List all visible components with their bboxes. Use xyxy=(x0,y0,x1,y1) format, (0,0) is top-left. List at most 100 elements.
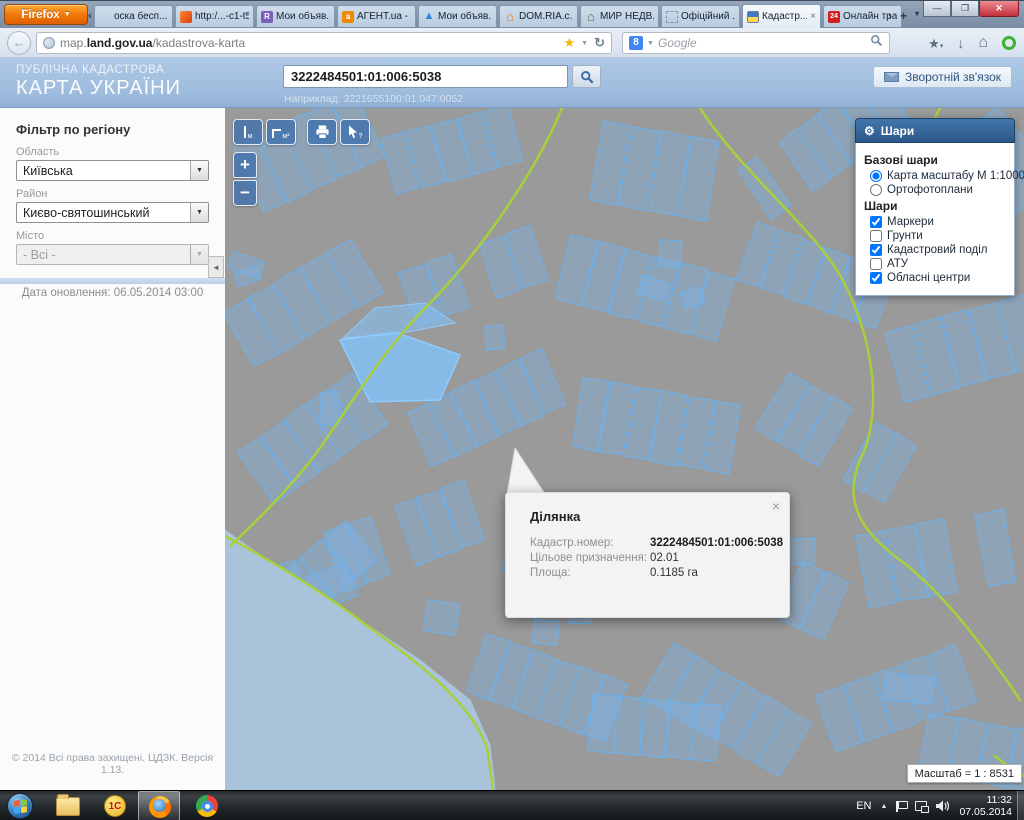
show-desktop-button[interactable] xyxy=(1017,791,1024,820)
browser-tab[interactable]: ⌂МИР НЕДВ... xyxy=(580,5,659,27)
layer-option[interactable]: Маркери xyxy=(870,216,1006,228)
feedback-label: Зворотній зв'язок xyxy=(905,70,1001,84)
zoom-in-button[interactable]: + xyxy=(233,152,257,178)
engine-dropdown-icon[interactable]: ▼ xyxy=(647,40,654,47)
layer-label[interactable]: Маркери xyxy=(887,216,934,228)
logo-line2: КАРТА УКРАЇНИ xyxy=(16,77,181,100)
checkbox-soils[interactable] xyxy=(870,230,882,242)
browser-tab[interactable]: RМои объяв... xyxy=(256,5,335,27)
rayon-select[interactable]: Києво-святошинський ▼ xyxy=(16,202,209,223)
desktop-screen: Firefox ▼ ‹ оска бесп... http:/...-c1-t5… xyxy=(0,0,1024,820)
browser-tab[interactable]: Офіційний ... xyxy=(661,5,740,27)
sidebar-collapse-button[interactable]: ◄ xyxy=(208,256,224,278)
identify-button[interactable]: ? xyxy=(340,119,370,145)
reload-icon[interactable]: ↻ xyxy=(594,35,605,51)
url-dropdown-icon[interactable]: ▼ xyxy=(581,40,588,47)
web-search-box[interactable]: 8 ▼ Google xyxy=(622,32,890,54)
network-icon[interactable] xyxy=(915,801,927,811)
checkbox-cadastral-division[interactable] xyxy=(870,244,882,256)
favicon-icon: R xyxy=(261,11,273,23)
chevron-down-icon[interactable]: ▼ xyxy=(190,161,208,180)
cadastral-search-button[interactable] xyxy=(572,65,601,88)
tab-scroll-right[interactable]: › xyxy=(888,9,892,23)
layer-option[interactable]: Грунти xyxy=(870,230,1006,242)
firefox-menu-button[interactable]: Firefox ▼ xyxy=(4,4,88,25)
base-layers-heading: Базові шари xyxy=(864,153,1006,167)
addon-icon[interactable] xyxy=(1002,36,1016,50)
bookmark-star-icon[interactable]: ★ xyxy=(564,35,576,51)
bookmarks-menu-icon[interactable]: ★▾ xyxy=(928,37,943,50)
tab-scroll-left[interactable]: ‹ xyxy=(86,9,94,23)
tray-expand-icon[interactable]: ▲ xyxy=(881,803,888,810)
browser-tab-active-kadastr[interactable]: Кадастр...× xyxy=(742,4,821,28)
window-close-button[interactable]: ✕ xyxy=(979,1,1019,17)
window-minimize-button[interactable]: — xyxy=(923,1,951,17)
globe-icon xyxy=(43,37,55,49)
browser-tab[interactable]: ⌂DOM.RIA.c... xyxy=(499,5,578,27)
checkbox-oblast-centers[interactable] xyxy=(870,272,882,284)
chevron-down-icon[interactable]: ▼ xyxy=(190,203,208,222)
browser-tab[interactable]: http:/...-c1-t5 xyxy=(175,5,254,27)
radio-map-scale[interactable] xyxy=(870,170,882,182)
downloads-icon[interactable]: ↓ xyxy=(957,36,964,50)
browser-navbar: ← map.land.gov.ua/kadastrova-karta ★ ▼ ↻… xyxy=(0,28,1024,58)
back-button[interactable]: ← xyxy=(7,31,31,55)
system-tray: EN ▲ 11:32 07.05.2014 xyxy=(856,791,1024,820)
google-engine-icon[interactable]: 8 xyxy=(629,36,643,50)
browser-tab[interactable]: оска бесп... xyxy=(94,5,173,27)
tab-list-caret-icon[interactable]: ▾ xyxy=(915,9,919,23)
base-layer-option[interactable]: Карта масштабу М 1:100000 xyxy=(870,170,1006,182)
url-bar[interactable]: map.land.gov.ua/kadastrova-karta ★ ▼ ↻ xyxy=(36,32,612,54)
checkbox-atu[interactable] xyxy=(870,258,882,270)
layer-option[interactable]: Обласні центри xyxy=(870,272,1006,284)
search-example-hint: Наприклад: 3221655100:01:047:0052 xyxy=(284,93,463,105)
radio-orthophoto[interactable] xyxy=(870,184,882,196)
layer-label[interactable]: АТУ xyxy=(887,258,908,270)
layer-option[interactable]: Кадастровий поділ xyxy=(870,244,1006,256)
home-icon[interactable]: ⌂ xyxy=(978,35,988,51)
browser-tabbar: Firefox ▼ ‹ оска бесп... http:/...-c1-t5… xyxy=(0,0,1024,28)
tab-close-icon[interactable]: × xyxy=(810,12,816,22)
chrome-taskbar-icon[interactable] xyxy=(196,795,218,817)
close-icon[interactable]: × xyxy=(772,499,780,513)
browser-tab[interactable]: aАГЕНТ.ua - ... xyxy=(337,5,416,27)
browser-tab[interactable]: ▲Мои объяв... xyxy=(418,5,497,27)
onec-taskbar-icon[interactable]: 1С xyxy=(104,795,126,817)
row-label: Площа: xyxy=(530,567,650,579)
unit-label: м xyxy=(248,133,253,140)
measure-area-button[interactable]: м² xyxy=(266,119,296,145)
window-maximize-button[interactable]: ❐ xyxy=(951,1,979,17)
popup-rows: Кадастр.номер: 3222484501:01:006:5038 Ці… xyxy=(530,537,783,579)
window-controls: — ❐ ✕ xyxy=(923,1,1019,17)
cadastral-map[interactable]: м м² ? + − ⚙ Шари Базові шари xyxy=(225,108,1024,790)
oblast-select[interactable]: Київська ▼ xyxy=(16,160,209,181)
checkbox-markers[interactable] xyxy=(870,216,882,228)
firefox-taskbar-button-active[interactable] xyxy=(138,791,180,820)
layer-label[interactable]: Кадастровий поділ xyxy=(887,244,988,256)
favicon-icon xyxy=(180,11,192,23)
measure-length-button[interactable]: м xyxy=(233,119,263,145)
explorer-taskbar-icon[interactable] xyxy=(56,797,80,816)
layer-label[interactable]: Грунти xyxy=(887,230,923,242)
new-tab-button[interactable]: + xyxy=(900,9,907,23)
start-button[interactable] xyxy=(7,793,33,819)
zoom-out-button[interactable]: − xyxy=(233,180,257,206)
question-label: ? xyxy=(359,133,363,140)
layer-option[interactable]: АТУ xyxy=(870,258,1006,270)
base-layer-label[interactable]: Ортофотоплани xyxy=(887,184,973,196)
clock[interactable]: 11:32 07.05.2014 xyxy=(959,794,1012,818)
feedback-button[interactable]: Зворотній зв'язок xyxy=(873,66,1012,88)
layers-panel-header[interactable]: ⚙ Шари xyxy=(855,118,1015,143)
favicon-icon: a xyxy=(342,11,354,23)
base-layer-label[interactable]: Карта масштабу М 1:100000 xyxy=(887,170,1024,182)
language-indicator[interactable]: EN xyxy=(856,800,871,812)
search-magnifier-icon[interactable] xyxy=(870,34,883,52)
windows-logo-icon xyxy=(14,799,27,813)
speaker-icon[interactable] xyxy=(936,800,950,812)
envelope-icon xyxy=(884,72,899,82)
base-layer-option[interactable]: Ортофотоплани xyxy=(870,184,1006,196)
layer-label[interactable]: Обласні центри xyxy=(887,272,970,284)
action-center-flag-icon[interactable] xyxy=(896,801,906,812)
print-button[interactable] xyxy=(307,119,337,145)
cadastral-number-input[interactable] xyxy=(283,65,568,88)
